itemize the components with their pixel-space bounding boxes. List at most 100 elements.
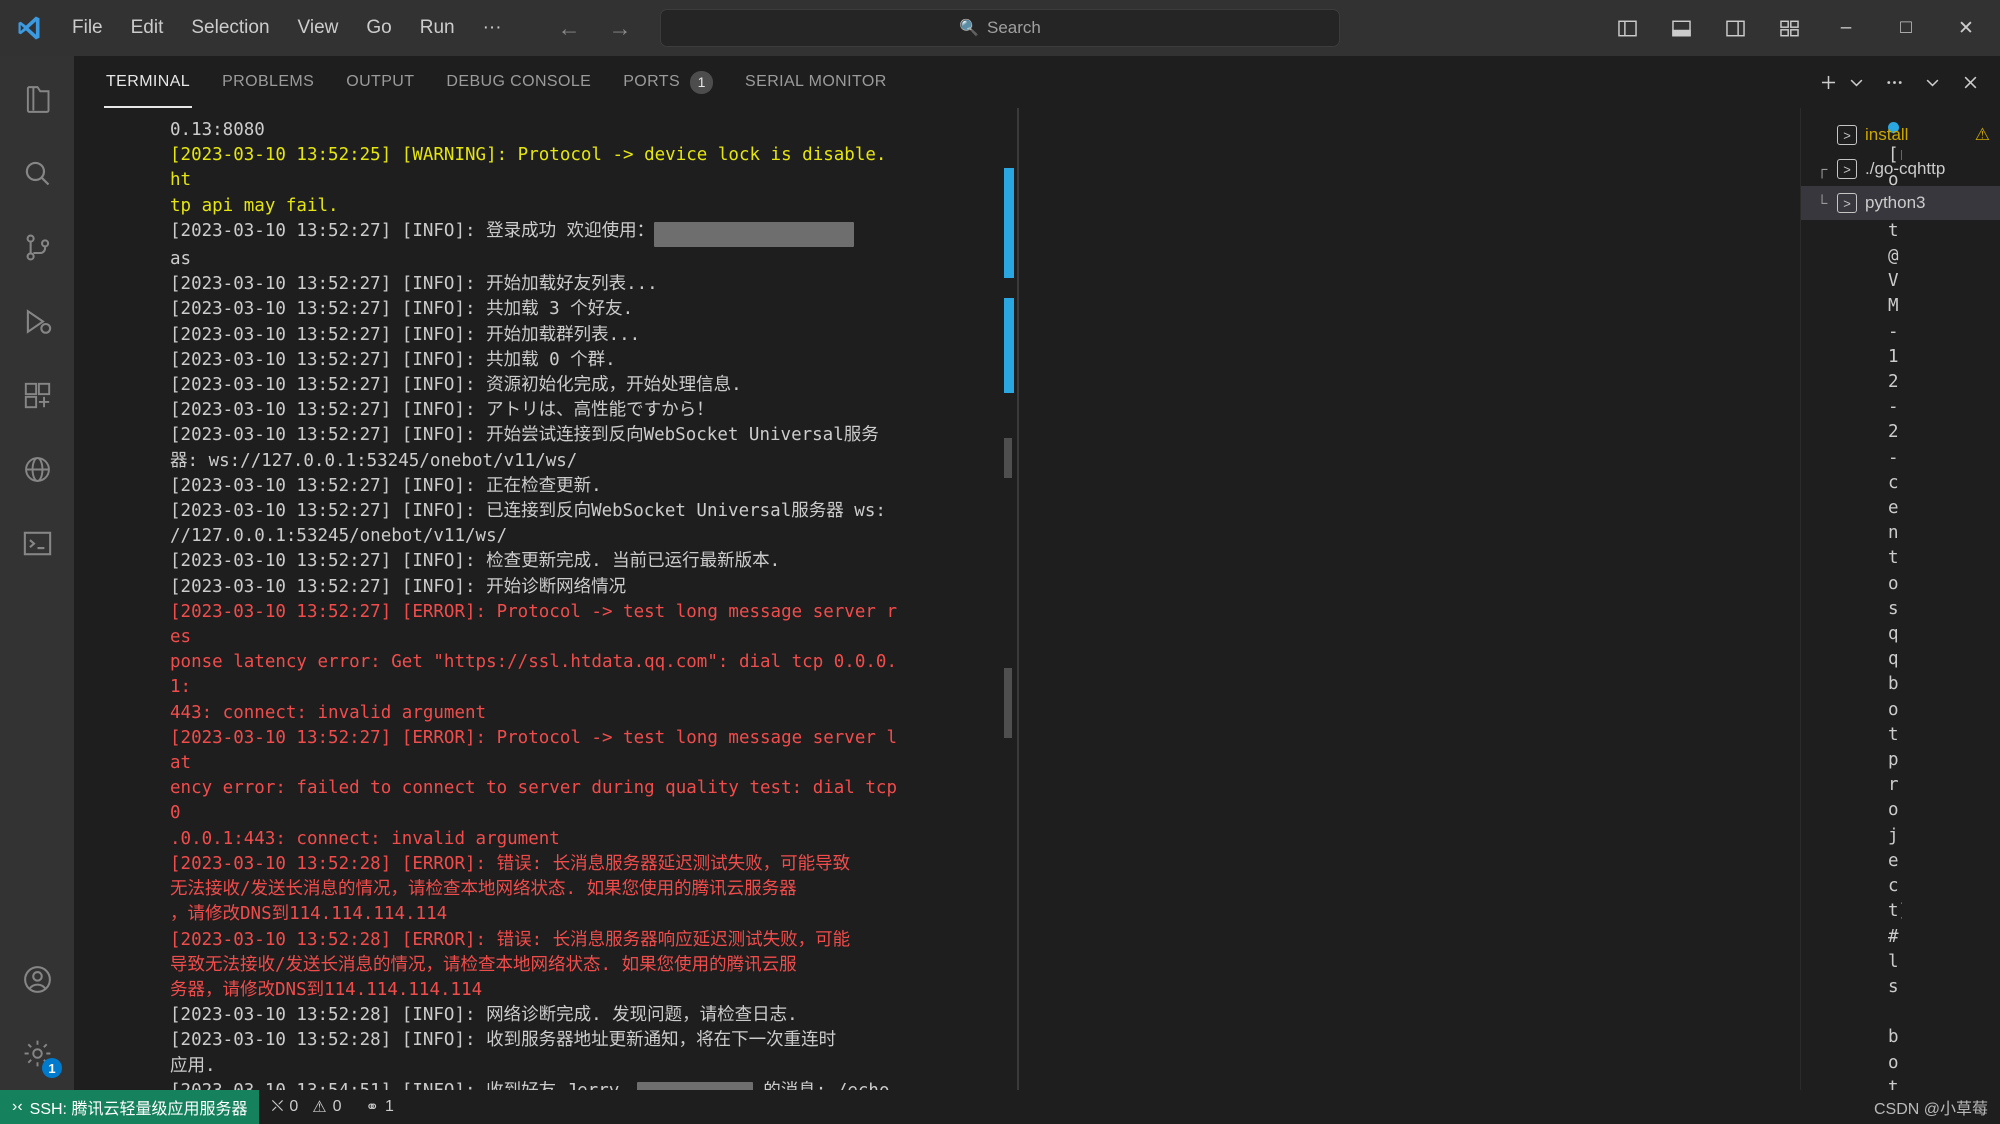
terminal-line: [2023-03-10 13:52:27] [INFO]: 共加载 3 个好友. — [170, 297, 903, 322]
arrow-left-icon[interactable]: ← — [558, 15, 581, 42]
titlebar-right-actions: – □ ✕ — [1600, 6, 2000, 50]
tab-ports[interactable]: PORTS 1 — [607, 56, 729, 108]
terminal-icon[interactable] — [0, 506, 74, 580]
ports-badge: 1 — [690, 70, 714, 94]
terminal-text: bot.py pyproject.toml README.md — [1888, 1027, 1902, 1090]
tab-terminal-label: TERMINAL — [106, 73, 191, 90]
terminal-line: 443: connect: invalid argument — [170, 701, 903, 726]
status-bar: ›‹ SSH: 腾讯云轻量级应用服务器 ⛌ 0 ⚠ 0 ⚭ 1 CSDN @小草… — [0, 1090, 2000, 1124]
tree-connector: └ — [1816, 194, 1828, 212]
run-and-debug-icon[interactable] — [0, 284, 74, 358]
explorer-icon[interactable] — [0, 62, 74, 136]
menu-run[interactable]: Run — [406, 11, 469, 45]
window-minimize-button[interactable]: – — [1816, 6, 1876, 50]
terminal-line: [2023-03-10 13:52:27] [INFO]: 开始加载群列表... — [170, 323, 903, 348]
tab-debug-console[interactable]: DEBUG CONSOLE — [430, 56, 607, 108]
terminal-tab-install[interactable]: > install ⚠ — [1801, 118, 2000, 152]
menu-edit[interactable]: Edit — [117, 11, 178, 45]
menu-go[interactable]: Go — [352, 11, 405, 45]
terminal-line: [2023-03-10 13:52:27] [INFO]: 登录成功 欢迎使用：… — [170, 219, 903, 248]
search-input[interactable]: 🔍 Search — [660, 9, 1340, 47]
terminal-pane-divider[interactable] — [1017, 108, 1019, 1090]
tab-problems[interactable]: PROBLEMS — [206, 56, 330, 108]
menu-more-icon[interactable]: ··· — [469, 11, 516, 45]
terminal-line: ponse latency error: Get "https://ssl.ht… — [170, 650, 903, 700]
workbench-body: 1 TERMINAL PROBLEMS OUTPUT DEBUG CONSOLE… — [0, 56, 2000, 1090]
toggle-primary-sidebar-icon[interactable] — [1600, 8, 1654, 48]
tab-terminal[interactable]: TERMINAL — [90, 56, 206, 108]
terminal-text: 导致无法接收/发送长消息的情况，请检查本地网络状态. 如果您使用的腾讯云服 — [170, 954, 797, 975]
accounts-icon[interactable] — [0, 942, 74, 1016]
toggle-secondary-sidebar-icon[interactable] — [1708, 8, 1762, 48]
error-circle-icon: ⛌ — [271, 1098, 284, 1115]
terminal-line: .0.0.1:443: connect: invalid argument — [170, 827, 903, 852]
remote-host-icon: ›‹ — [12, 1098, 23, 1115]
search-icon[interactable] — [0, 136, 74, 210]
panel-maximize-icon[interactable] — [1914, 64, 1950, 100]
tab-debug-console-label: DEBUG CONSOLE — [446, 73, 592, 90]
terminal-text: [2023-03-10 13:52:28] [ERROR]: 错误: 长消息服务… — [170, 853, 851, 874]
terminal-line: [2023-03-10 13:52:27] [INFO]: 正在检查更新. — [170, 474, 903, 499]
terminal-text: [2023-03-10 13:52:27] [INFO]: アトリは、高性能です… — [170, 400, 714, 421]
terminal-text: 器: ws://127.0.0.1:53245/onebot/v11/ws/ — [170, 450, 578, 471]
warning-triangle-icon: ⚠ — [312, 1099, 327, 1116]
terminal-line: [2023-03-10 13:52:28] [ERROR]: 错误: 长消息服务… — [170, 852, 903, 877]
status-problems[interactable]: ⛌ 0 ⚠ 0 — [259, 1090, 353, 1124]
terminal-text: ponse latency error: Get "https://ssl.ht… — [170, 652, 897, 698]
redacted-text: ███████████ — [636, 1081, 753, 1090]
status-warnings-count: 0 — [332, 1098, 342, 1115]
tree-connector: ┌ — [1816, 160, 1828, 178]
terminal-line: [2023-03-10 13:52:28] [ERROR]: 错误: 长消息服务… — [170, 928, 903, 953]
panel-tab-list: TERMINAL PROBLEMS OUTPUT DEBUG CONSOLE P… — [90, 56, 903, 108]
terminal-text: [2023-03-10 13:52:28] [INFO]: 网络诊断完成. 发现… — [170, 1005, 798, 1026]
search-placeholder: Search — [987, 18, 1041, 37]
terminal-tab-go-cqhttp[interactable]: ┌ > ./go-cqhttp — [1801, 152, 2000, 186]
vscode-logo-icon — [0, 14, 58, 42]
tab-problems-label: PROBLEMS — [222, 73, 315, 90]
status-ports[interactable]: ⚭ 1 — [354, 1090, 406, 1124]
toggle-panel-icon[interactable] — [1654, 8, 1708, 48]
terminal-pane-go-cqhttp[interactable]: 0.13:8080 [2023-03-10 13:52:25] [WARNING]… — [74, 108, 917, 1090]
source-control-icon[interactable] — [0, 210, 74, 284]
terminal-tab-go-cqhttp-label: ./go-cqhttp — [1865, 159, 1946, 178]
terminal-area: 0.13:8080 [2023-03-10 13:52:25] [WARNING]… — [74, 108, 2000, 1090]
watermark: CSDN @小草莓 — [1874, 1095, 2000, 1119]
terminal-text: [2023-03-10 13:52:27] [INFO]: 开始加载好友列表..… — [170, 274, 658, 295]
terminal-line: 导致无法接收/发送长消息的情况，请检查本地网络状态. 如果您使用的腾讯云服 — [170, 953, 903, 978]
terminal-scrollbar-left[interactable] — [1004, 438, 1012, 478]
terminal-text: [2023-03-10 13:52:27] [INFO]: 检查更新完成. 当前… — [170, 551, 781, 572]
tab-serial-monitor[interactable]: SERIAL MONITOR — [729, 56, 903, 108]
terminal-text: [2023-03-10 13:52:27] [INFO]: 资源初始化完成，开始… — [170, 375, 742, 396]
menu-file[interactable]: File — [58, 11, 117, 45]
terminal-pane-python3[interactable]: [root@VM-12-2-centos qqbotproject]# ls b… — [1862, 108, 1902, 1090]
window-maximize-button[interactable]: □ — [1876, 6, 1936, 50]
status-remote-label: SSH: 腾讯云轻量级应用服务器 — [29, 1101, 248, 1118]
new-terminal-dropdown-icon[interactable] — [1838, 64, 1874, 100]
terminal-text: [2023-03-10 13:52:27] [INFO]: 登录成功 欢迎使用： — [170, 220, 655, 241]
terminal-more-actions-icon[interactable] — [1876, 64, 1912, 100]
terminal-text: [2023-03-10 13:52:27] [INFO]: 共加载 0 个群. — [170, 349, 616, 370]
terminal-text: 443: connect: invalid argument — [170, 702, 487, 723]
terminal-line: [2023-03-10 13:52:27] [INFO]: アトリは、高性能です… — [170, 398, 903, 423]
extensions-icon[interactable] — [0, 358, 74, 432]
customize-layout-icon[interactable] — [1762, 8, 1816, 48]
tab-output[interactable]: OUTPUT — [330, 56, 430, 108]
terminal-line: [2023-03-10 13:52:27] [INFO]: 开始诊断网络情况 — [170, 575, 903, 600]
terminal-tab-python3-label: python3 — [1865, 193, 1926, 212]
menu-selection[interactable]: Selection — [177, 11, 283, 45]
terminal-overview-mark-info — [1004, 168, 1014, 278]
window-close-button[interactable]: ✕ — [1936, 6, 1996, 50]
panel-close-icon[interactable] — [1952, 64, 1988, 100]
terminal-line: [2023-03-10 13:52:25] [WARNING]: Protoco… — [170, 143, 903, 193]
terminal-text: [2023-03-10 13:54:51] [INFO]: 收到好友 Jerry… — [170, 1081, 637, 1090]
remote-explorer-icon[interactable] — [0, 432, 74, 506]
terminal-line: 务器，请修改DNS到114.114.114.114 — [170, 978, 903, 1003]
terminal-overview-mark-info-2 — [1004, 298, 1014, 393]
terminal-overview-mark-dim — [1004, 668, 1012, 738]
settings-gear-icon[interactable]: 1 — [0, 1016, 74, 1090]
arrow-right-icon[interactable]: → — [609, 15, 632, 42]
menu-view[interactable]: View — [284, 11, 353, 45]
terminal-line: [2023-03-10 13:52:27] [INFO]: 开始尝试连接到反向W… — [170, 423, 903, 448]
status-remote-host[interactable]: ›‹ SSH: 腾讯云轻量级应用服务器 — [0, 1090, 260, 1124]
terminal-tab-python3[interactable]: └ > python3 — [1801, 186, 2000, 220]
